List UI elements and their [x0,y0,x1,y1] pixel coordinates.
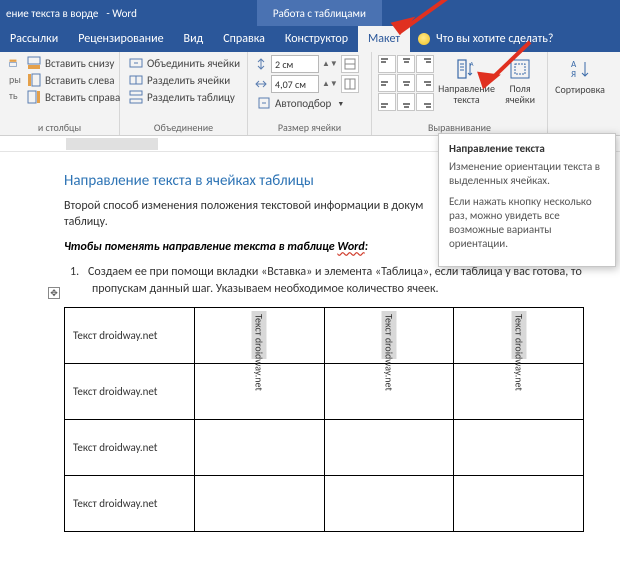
tab-review[interactable]: Рецензирование [68,26,173,52]
tab-mailings[interactable]: Рассылки [0,26,68,52]
text-direction-button[interactable]: A Направление текста [438,55,495,121]
cell-h[interactable]: Текст droidway.net [65,419,195,475]
content-table[interactable]: Текст droidway.net Текст droidway.net Те… [64,307,584,532]
insert-right-button[interactable]: Вставить справа [24,89,123,105]
split-cells-icon [129,73,143,87]
group-label-size: Размер ячейки [254,121,365,135]
cell-v[interactable]: Текст droidway.net [324,307,454,363]
group-data: AЯ Сортировка [548,52,612,135]
insert-left-icon [27,73,41,87]
cell-h[interactable]: Текст droidway.net [65,475,195,531]
table-row: Текст droidway.net [65,419,584,475]
insert-above-stub[interactable] [6,55,20,71]
app-name: - Word [98,7,136,20]
merge-cells-button[interactable]: Объединить ячейки [126,55,243,71]
group-alignment: A Направление текста Поля ячейки Выравни… [372,52,548,135]
contextual-tab-title: Работа с таблицами [257,0,382,26]
row-icon [9,56,17,70]
group-label-rows: и столбцы [6,121,113,135]
svg-text:Я: Я [571,69,576,80]
tab-design[interactable]: Конструктор [275,26,358,52]
tab-layout[interactable]: Макет [358,26,410,52]
tooltip: Направление текста Изменение ориентации … [438,133,616,267]
title-bar: ение текста в ворде - Word Работа с табл… [0,0,620,26]
width-input[interactable]: 4,07 см [271,75,319,93]
col-width-control[interactable]: 4,07 см ▲▼ [254,75,359,93]
tooltip-title: Направление текста [449,142,605,155]
group-label-merge: Объединение [126,121,241,135]
alignment-grid [378,55,434,121]
split-table-icon [129,90,143,104]
doc-title: ение текста в ворде [0,7,98,20]
split-cells-button[interactable]: Разделить ячейки [126,72,243,88]
tooltip-p2: Если нажать кнопку несколько раз, можно … [449,195,605,252]
align-tc[interactable] [397,55,415,73]
table-row: Текст droidway.net [65,363,584,419]
row-height-control[interactable]: 2 см ▲▼ [254,55,359,73]
table-anchor-icon[interactable]: ✥ [48,287,60,299]
text-direction-icon: A [455,57,479,81]
align-tr[interactable] [416,55,434,73]
tab-help[interactable]: Справка [213,26,275,52]
autofit-icon [257,96,271,110]
autofit-button[interactable]: Автоподбор▼ [254,95,359,111]
insert-left-button[interactable]: Вставить слева [24,72,123,88]
height-icon [254,57,268,71]
tell-me[interactable]: Что вы хотите сделать? [410,26,561,52]
align-bl[interactable] [378,93,396,111]
group-rows-cols: ры ть Вставить снизу Вставить слева Вста… [0,52,120,135]
dist-cols-button[interactable] [341,75,359,93]
ribbon-tabs: Рассылки Рецензирование Вид Справка Конс… [0,26,620,52]
align-br[interactable] [416,93,434,111]
merge-icon [129,56,143,70]
cell-v[interactable]: Текст droidway.net [194,307,324,363]
align-mr[interactable] [416,74,434,92]
cell-margins-button[interactable]: Поля ячейки [499,55,541,121]
sort-button[interactable]: AЯ Сортировка [554,55,606,121]
table-row: Текст droidway.net Текст droidway.net Те… [65,307,584,363]
align-tl[interactable] [378,55,396,73]
list-item-1: 1.Создаем ее при помощи вкладки «Вставка… [92,264,582,296]
insert-stub: ть [6,88,20,103]
tab-view[interactable]: Вид [174,26,214,52]
width-icon [254,77,268,91]
insert-below-button[interactable]: Вставить снизу [24,55,123,71]
align-bc[interactable] [397,93,415,111]
ribbon: ры ть Вставить снизу Вставить слева Вста… [0,52,620,136]
sort-icon: AЯ [568,57,592,81]
dist-rows-button[interactable] [341,55,359,73]
table-row: Текст droidway.net [65,475,584,531]
split-table-button[interactable]: Разделить таблицу [126,89,243,105]
cell-margins-icon [508,57,532,81]
insert-below-icon [27,56,41,70]
group-merge: Объединить ячейки Разделить ячейки Разде… [120,52,248,135]
svg-text:A: A [470,60,474,68]
align-mc[interactable] [397,74,415,92]
tooltip-p1: Изменение ориентации текста в выделенных… [449,160,605,189]
height-input[interactable]: 2 см [271,55,319,73]
align-ml[interactable] [378,74,396,92]
insert-right-icon [27,90,41,104]
cell-v[interactable]: Текст droidway.net [454,307,584,363]
cell-h[interactable]: Текст droidway.net [65,363,195,419]
rows-stub: ры [6,72,20,87]
group-cell-size: 2 см ▲▼ 4,07 см ▲▼ Автоподбор▼ Размер яч… [248,52,372,135]
tell-me-text: Что вы хотите сделать? [436,32,553,46]
lightbulb-icon [418,33,430,45]
cell-h[interactable]: Текст droidway.net [65,307,195,363]
